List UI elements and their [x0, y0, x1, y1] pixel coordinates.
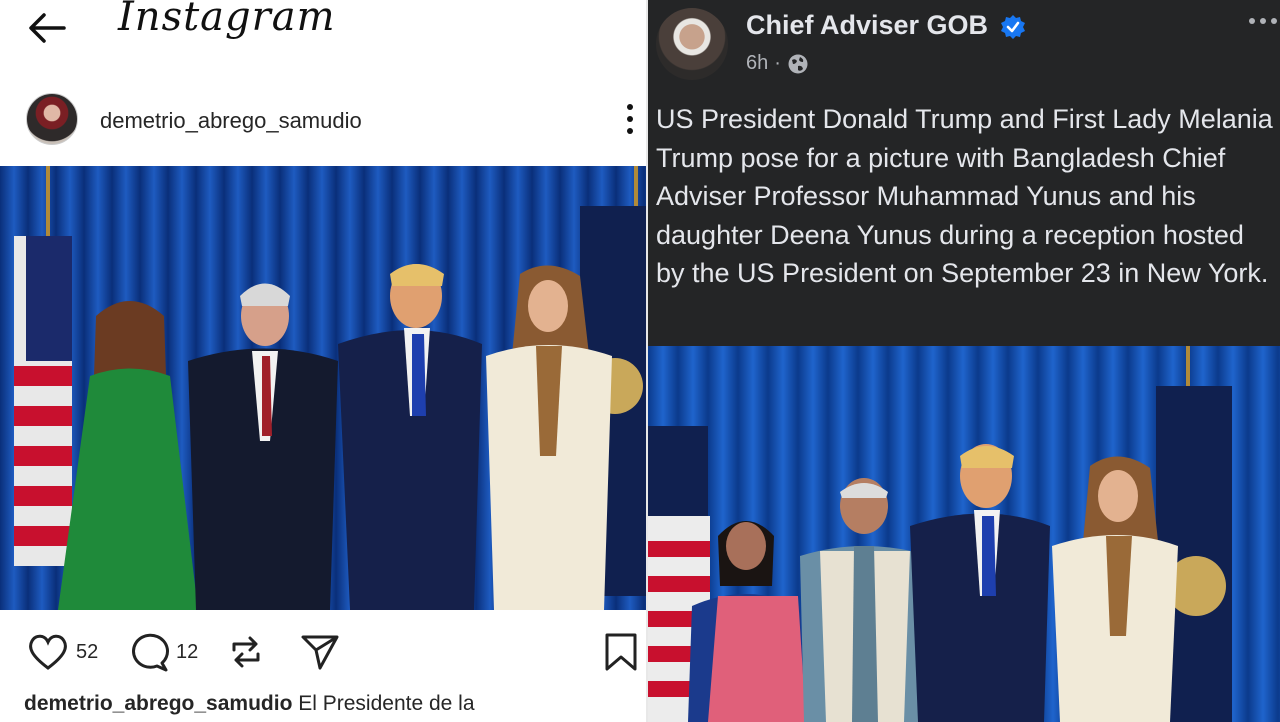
globe-icon: [788, 54, 808, 73]
heart-icon[interactable]: [26, 632, 70, 672]
post-author-row: demetrio_abrego_samudio: [0, 90, 648, 150]
post-photo[interactable]: [648, 346, 1280, 722]
like-action[interactable]: 52: [26, 632, 98, 672]
page-name[interactable]: Chief Adviser GOB: [746, 10, 988, 41]
instagram-header: Instagram: [0, 0, 648, 60]
photo-illustration: [648, 346, 1280, 722]
page-avatar[interactable]: [656, 8, 728, 80]
instagram-logo: Instagram: [118, 0, 336, 40]
author-avatar[interactable]: [26, 93, 78, 145]
caption-text: El Presidente de la: [298, 692, 475, 715]
post-actions-bar: 52 12: [0, 620, 648, 680]
bookmark-icon[interactable]: [604, 632, 638, 672]
facebook-post: Chief Adviser GOB 6h · US President Dona…: [648, 0, 1280, 722]
post-text: US President Donald Trump and First Lady…: [656, 104, 1273, 288]
repost-icon[interactable]: [228, 632, 264, 672]
instagram-post: Instagram demetrio_abrego_samudio 52 12 …: [0, 0, 648, 722]
comment-action[interactable]: 12: [128, 632, 198, 672]
post-time[interactable]: 6h: [746, 52, 768, 75]
post-caption: demetrio_abrego_samudio El Presidente de…: [24, 692, 475, 716]
more-horizontal-icon[interactable]: [1248, 14, 1278, 28]
photo-illustration: [0, 166, 648, 610]
caption-username[interactable]: demetrio_abrego_samudio: [24, 692, 292, 715]
comment-icon[interactable]: [128, 632, 170, 672]
author-username[interactable]: demetrio_abrego_samudio: [100, 108, 362, 134]
more-vertical-icon[interactable]: [622, 102, 638, 136]
share-icon[interactable]: [300, 632, 340, 672]
comment-count: 12: [176, 640, 199, 663]
post-photo[interactable]: [0, 166, 648, 610]
like-count: 52: [76, 640, 99, 663]
back-arrow-icon[interactable]: [26, 10, 70, 46]
meta-separator: ·: [774, 52, 781, 74]
post-meta: 6h ·: [746, 52, 809, 75]
verified-icon: [1001, 15, 1025, 39]
